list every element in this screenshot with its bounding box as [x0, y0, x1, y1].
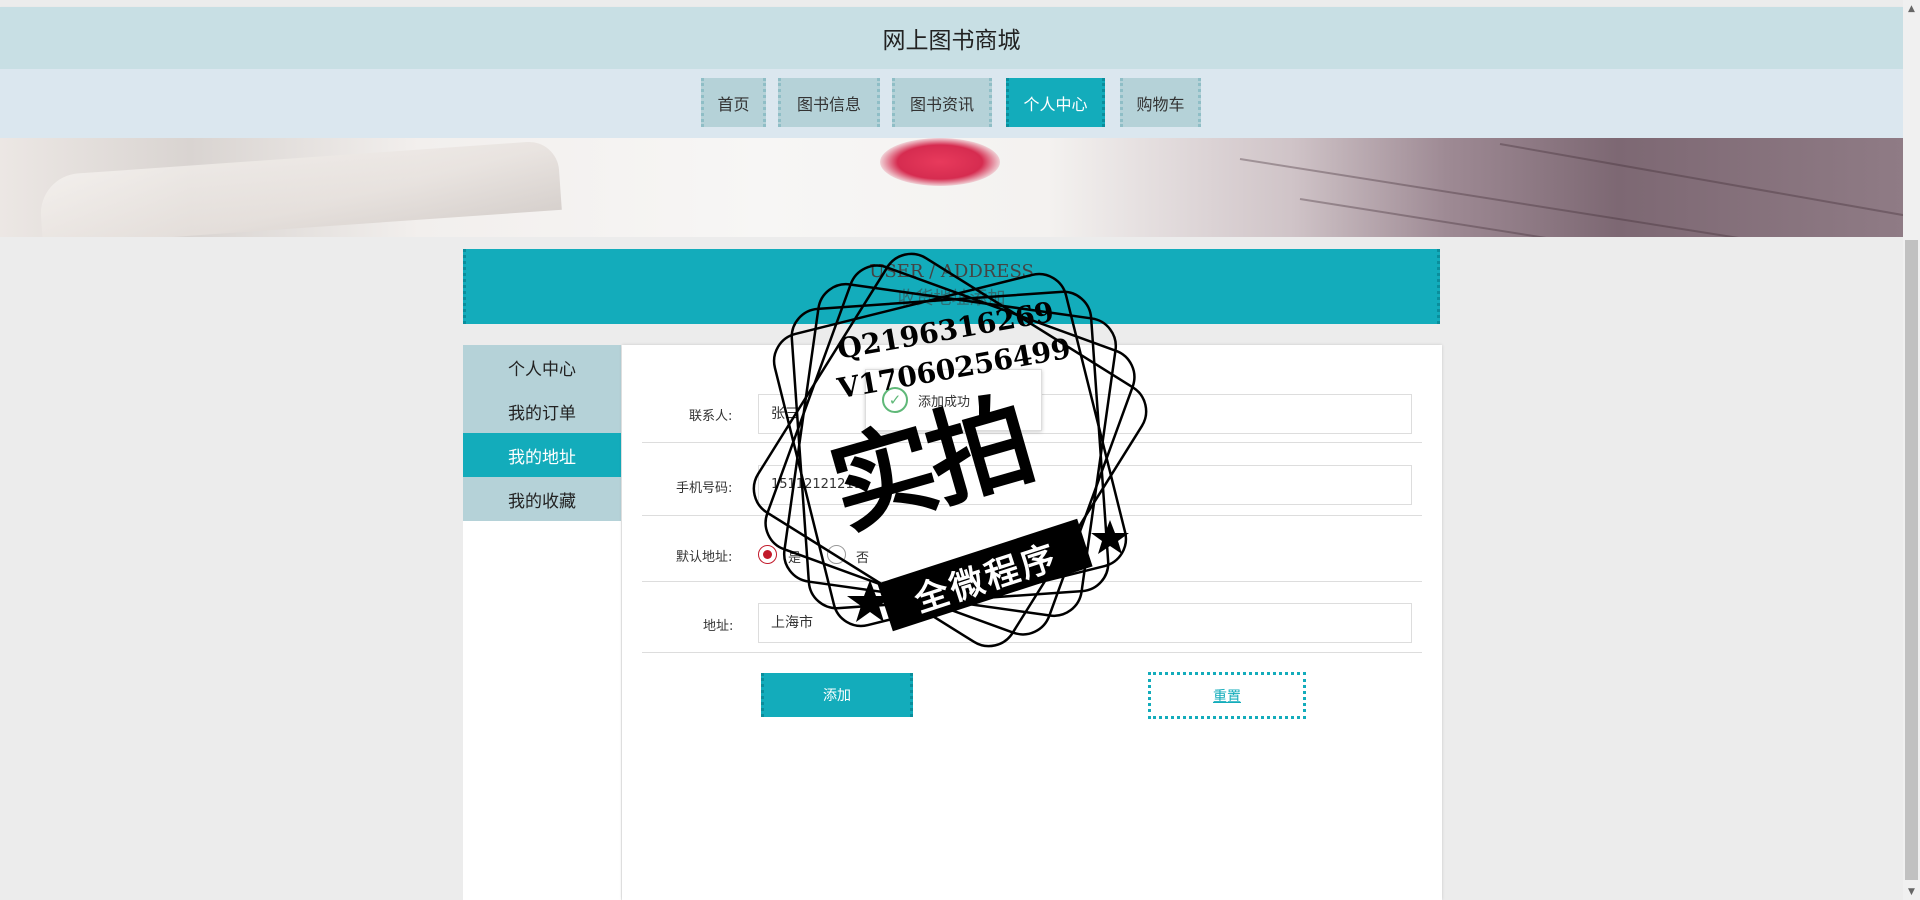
- reset-button[interactable]: 重置: [1148, 672, 1306, 719]
- default-no-radio[interactable]: [827, 545, 846, 564]
- default-no-label: 否: [856, 551, 870, 566]
- plank-line: [1499, 143, 1903, 232]
- site-header: 网上图书商城: [0, 7, 1903, 69]
- default-label: 默认地址:: [676, 550, 733, 565]
- nav-item-book-news[interactable]: 图书资讯: [892, 78, 992, 127]
- contact-label: 联系人:: [689, 409, 733, 424]
- scrollbar-thumb[interactable]: [1905, 240, 1918, 880]
- plank-line: [1299, 198, 1903, 237]
- address-label: 地址:: [703, 619, 734, 634]
- vertical-scrollbar[interactable]: ▲ ▼: [1903, 0, 1920, 900]
- phone-label: 手机号码:: [676, 481, 733, 496]
- phone-input[interactable]: 15112121211: [758, 465, 1412, 505]
- nav-item-cart[interactable]: 购物车: [1120, 78, 1201, 127]
- petal-shape: [880, 138, 1000, 186]
- banner-image: [0, 138, 1903, 237]
- add-button[interactable]: 添加: [761, 673, 913, 717]
- toast-message: 添加成功: [918, 394, 971, 410]
- sidebar-item-address[interactable]: 我的地址: [463, 433, 621, 477]
- nav-item-user-center[interactable]: 个人中心: [1006, 78, 1105, 127]
- contact-input[interactable]: 张三: [758, 394, 1412, 434]
- nav-item-home[interactable]: 首页: [701, 78, 766, 127]
- check-circle-icon: ✓: [882, 387, 908, 413]
- default-yes-radio[interactable]: [758, 545, 777, 564]
- section-title-en: USER / ADDRESS: [869, 261, 1034, 282]
- sidebar-item-favorites[interactable]: 我的收藏: [463, 477, 621, 521]
- page: 网上图书商城 首页 图书信息 图书资讯 个人中心 购物车 USER / ADDR…: [0, 0, 1903, 900]
- success-toast: ✓ 添加成功: [865, 369, 1042, 431]
- address-input[interactable]: 上海市: [758, 603, 1412, 643]
- sidebar-item-orders[interactable]: 我的订单: [463, 389, 621, 433]
- section-title-zh: 收货地址添加: [897, 288, 1006, 309]
- nav-item-book-info[interactable]: 图书信息: [778, 78, 880, 127]
- book-shape: [38, 139, 562, 237]
- main-nav: 首页 图书信息 图书资讯 个人中心 购物车: [0, 69, 1903, 138]
- default-yes-label: 是: [788, 551, 802, 566]
- scroll-up-arrow-icon[interactable]: ▲: [1903, 0, 1920, 17]
- site-title: 网上图书商城: [882, 28, 1021, 54]
- sidebar: 个人中心 我的订单 我的地址 我的收藏: [463, 345, 621, 900]
- scroll-down-arrow-icon[interactable]: ▼: [1903, 883, 1920, 900]
- sidebar-item-user-center[interactable]: 个人中心: [463, 345, 621, 389]
- section-header: USER / ADDRESS 收货地址添加: [463, 249, 1440, 324]
